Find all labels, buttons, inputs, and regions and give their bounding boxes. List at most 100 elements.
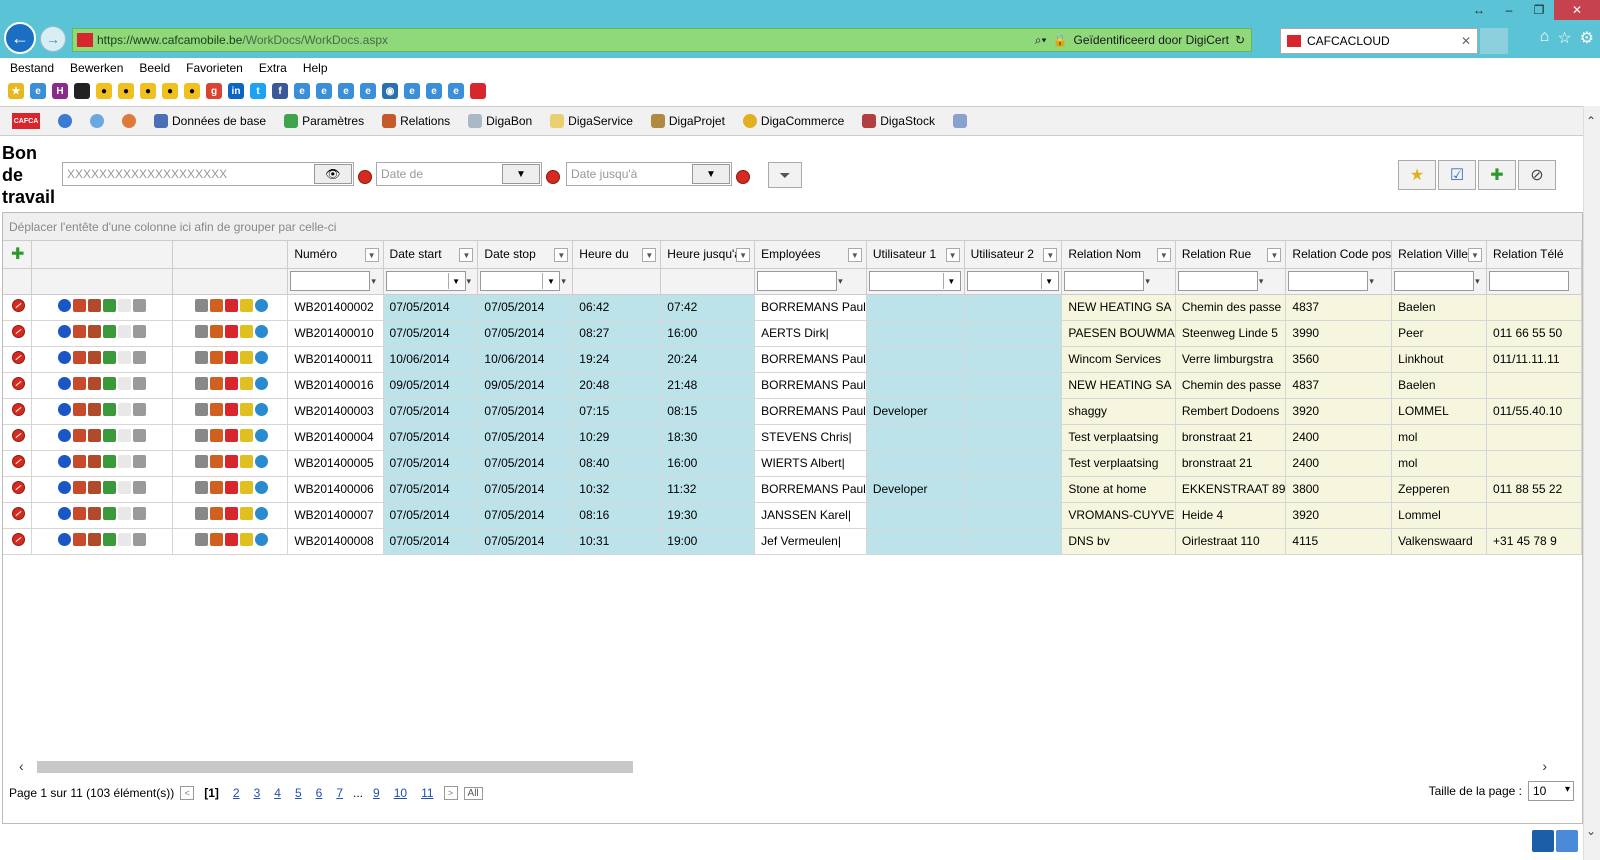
cell-relation-ville[interactable]: Linkhout: [1391, 346, 1488, 373]
filter-input[interactable]: [1489, 271, 1570, 291]
flag-icon[interactable]: [224, 429, 238, 442]
filter-relation-rue[interactable]: ▾: [1175, 268, 1287, 295]
cell-date-stop[interactable]: 07/05/2014: [477, 424, 574, 451]
calendar-icon[interactable]: [209, 429, 223, 442]
filter-relation-code[interactable]: ▾: [1285, 268, 1393, 295]
filter-date-stop[interactable]: ▼ ▾: [477, 268, 574, 295]
identity-text[interactable]: Geïdentificeerd door DigiCert: [1074, 33, 1229, 47]
cell-heure-jusqua[interactable]: 21:48: [660, 372, 756, 399]
add-favorite-icon[interactable]: ★: [8, 83, 24, 99]
printer-icon[interactable]: [133, 325, 147, 338]
delete-cell[interactable]: [3, 398, 33, 425]
cell-date-start[interactable]: 07/05/2014: [383, 294, 479, 321]
flag-icon[interactable]: [224, 377, 238, 390]
worker-icon[interactable]: [88, 403, 102, 416]
cell-relation-rue[interactable]: Oirlestraat 110: [1175, 528, 1287, 555]
filter-input[interactable]: [757, 271, 838, 291]
folder-icon[interactable]: [239, 455, 253, 468]
cell-date-start[interactable]: 07/05/2014: [383, 450, 479, 477]
column-menu-icon[interactable]: ▼: [736, 248, 751, 262]
cell-relation-rue[interactable]: Heide 4: [1175, 502, 1287, 529]
printer-icon[interactable]: [133, 507, 147, 520]
tools-icon[interactable]: [103, 403, 117, 416]
folder-icon[interactable]: [239, 299, 253, 312]
delete-icon[interactable]: [12, 377, 25, 390]
tools-icon[interactable]: [103, 455, 117, 468]
cell-relation-tel[interactable]: [1486, 294, 1582, 321]
printer-icon[interactable]: [133, 429, 147, 442]
worker-icon[interactable]: [88, 455, 102, 468]
delete-cell[interactable]: [3, 502, 33, 529]
checklist-button[interactable]: ☑: [1438, 160, 1476, 190]
clock-icon[interactable]: [194, 481, 208, 494]
chevron-down-icon[interactable]: ▼: [542, 273, 558, 289]
column-menu-icon[interactable]: ▼: [364, 248, 379, 262]
save-icon[interactable]: [1532, 830, 1554, 852]
cell-date-stop[interactable]: 07/05/2014: [477, 320, 574, 347]
clock-icon[interactable]: [194, 455, 208, 468]
restore-button[interactable]: ❐: [1524, 0, 1554, 20]
cell-utilisateur1[interactable]: Developer: [866, 398, 965, 425]
info-icon[interactable]: [58, 455, 72, 468]
column-menu-icon[interactable]: ▼: [554, 248, 569, 262]
delete-icon[interactable]: [12, 481, 25, 494]
cell-numero[interactable]: WB201400004: [287, 424, 384, 451]
cell-date-start[interactable]: 07/05/2014: [383, 424, 479, 451]
menu-extra[interactable]: Extra: [259, 61, 287, 75]
printer-icon[interactable]: [133, 351, 147, 364]
resize-icon[interactable]: ↔: [1464, 0, 1494, 20]
info-icon[interactable]: [58, 403, 72, 416]
cell-heure-du[interactable]: 10:31: [572, 528, 662, 555]
cell-relation-code[interactable]: 2400: [1285, 450, 1393, 477]
cell-date-stop[interactable]: 10/06/2014: [477, 346, 574, 373]
cell-date-start[interactable]: 07/05/2014: [383, 476, 479, 503]
cell-date-stop[interactable]: 07/05/2014: [477, 398, 574, 425]
page-link[interactable]: 7: [336, 786, 343, 800]
add-row-header[interactable]: ✚: [3, 241, 33, 269]
cell-employee[interactable]: BORREMANS Paul: [754, 476, 867, 503]
worker-icon[interactable]: [88, 377, 102, 390]
filter-relation-nom[interactable]: ▾: [1061, 268, 1176, 295]
calendar-icon[interactable]: [209, 533, 223, 546]
cell-utilisateur1[interactable]: [866, 372, 965, 399]
cell-relation-ville[interactable]: mol: [1391, 424, 1488, 451]
filter-utilisateur1[interactable]: ▼: [866, 268, 965, 295]
globe-icon[interactable]: [254, 351, 268, 364]
vehicle-icon[interactable]: [73, 403, 87, 416]
cell-numero[interactable]: WB201400010: [287, 320, 384, 347]
printer-icon[interactable]: [133, 455, 147, 468]
clock-icon[interactable]: [194, 351, 208, 364]
col-header-relation-rue[interactable]: Relation Rue ▼: [1175, 241, 1287, 269]
tools-icon[interactable]: [103, 351, 117, 364]
document-icon[interactable]: [118, 351, 132, 364]
taxi-link-icon[interactable]: ●: [118, 83, 134, 99]
tab-close-icon[interactable]: ✕: [1461, 34, 1471, 48]
delete-cell[interactable]: [3, 346, 33, 373]
filter-input[interactable]: [290, 271, 371, 291]
vehicle-icon[interactable]: [73, 533, 87, 546]
document-icon[interactable]: [118, 403, 132, 416]
tools-icon[interactable]: [103, 299, 117, 312]
cell-utilisateur2[interactable]: [964, 424, 1063, 451]
cell-heure-du[interactable]: 20:48: [572, 372, 662, 399]
delete-icon[interactable]: [12, 429, 25, 442]
add-button[interactable]: ✚: [1478, 160, 1516, 190]
info-icon[interactable]: [58, 377, 72, 390]
cell-date-start[interactable]: 10/06/2014: [383, 346, 479, 373]
cell-relation-nom[interactable]: Stone at home: [1061, 476, 1176, 503]
cell-employee[interactable]: WIERTS Albert|: [754, 450, 867, 477]
cell-utilisateur1[interactable]: Developer: [866, 476, 965, 503]
globe-icon[interactable]: [254, 299, 268, 312]
printer-icon[interactable]: [133, 481, 147, 494]
chevron-down-icon[interactable]: ▼: [1040, 273, 1057, 289]
cell-relation-tel[interactable]: 011 88 55 22: [1486, 476, 1582, 503]
cell-relation-ville[interactable]: LOMMEL: [1391, 398, 1488, 425]
undo-icon[interactable]: [1556, 830, 1578, 852]
next-page-button[interactable]: >: [443, 786, 458, 800]
cell-utilisateur2[interactable]: [964, 372, 1063, 399]
delete-icon[interactable]: [12, 351, 25, 364]
delete-cell[interactable]: [3, 450, 33, 477]
cell-relation-tel[interactable]: [1486, 450, 1582, 477]
toolbar-relations[interactable]: Relations: [382, 114, 450, 128]
delete-cell[interactable]: [3, 372, 33, 399]
